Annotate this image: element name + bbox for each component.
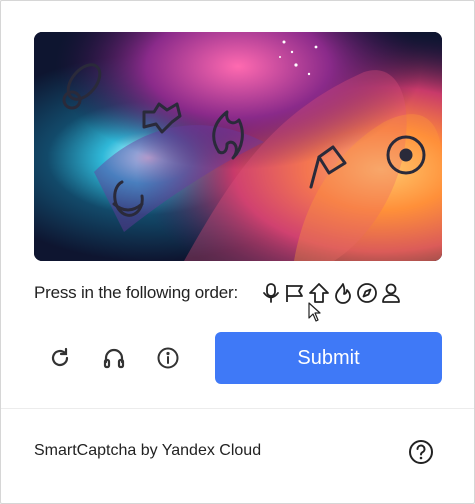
audio-button[interactable] — [98, 342, 130, 374]
submit-button[interactable]: Submit — [215, 332, 442, 384]
refresh-icon — [51, 347, 69, 367]
instruction-text: Press in the following order: — [34, 283, 238, 302]
order-icons — [260, 282, 402, 304]
arrow-up-icon — [308, 282, 330, 304]
help-icon[interactable] — [408, 439, 434, 465]
mouse-cursor-icon — [308, 302, 321, 322]
fire-icon — [332, 282, 354, 304]
refresh-button[interactable] — [44, 342, 76, 374]
brand-label: SmartCaptcha by Yandex Cloud — [34, 442, 262, 459]
flag-icon — [284, 282, 306, 304]
footer-divider — [1, 408, 474, 409]
info-icon — [157, 347, 179, 369]
captcha-controls: Submit — [34, 332, 442, 384]
challenge-image-canvas[interactable] — [34, 32, 442, 261]
mic-icon — [260, 282, 282, 304]
headphones-icon — [103, 348, 125, 369]
instruction-row: Press in the following order: — [34, 278, 442, 308]
compass-icon — [356, 282, 378, 304]
info-button[interactable] — [152, 342, 184, 374]
challenge-image[interactable] — [34, 32, 442, 261]
captcha-card: Press in the following order: Submit Sma… — [0, 0, 475, 504]
user-icon — [380, 282, 402, 304]
